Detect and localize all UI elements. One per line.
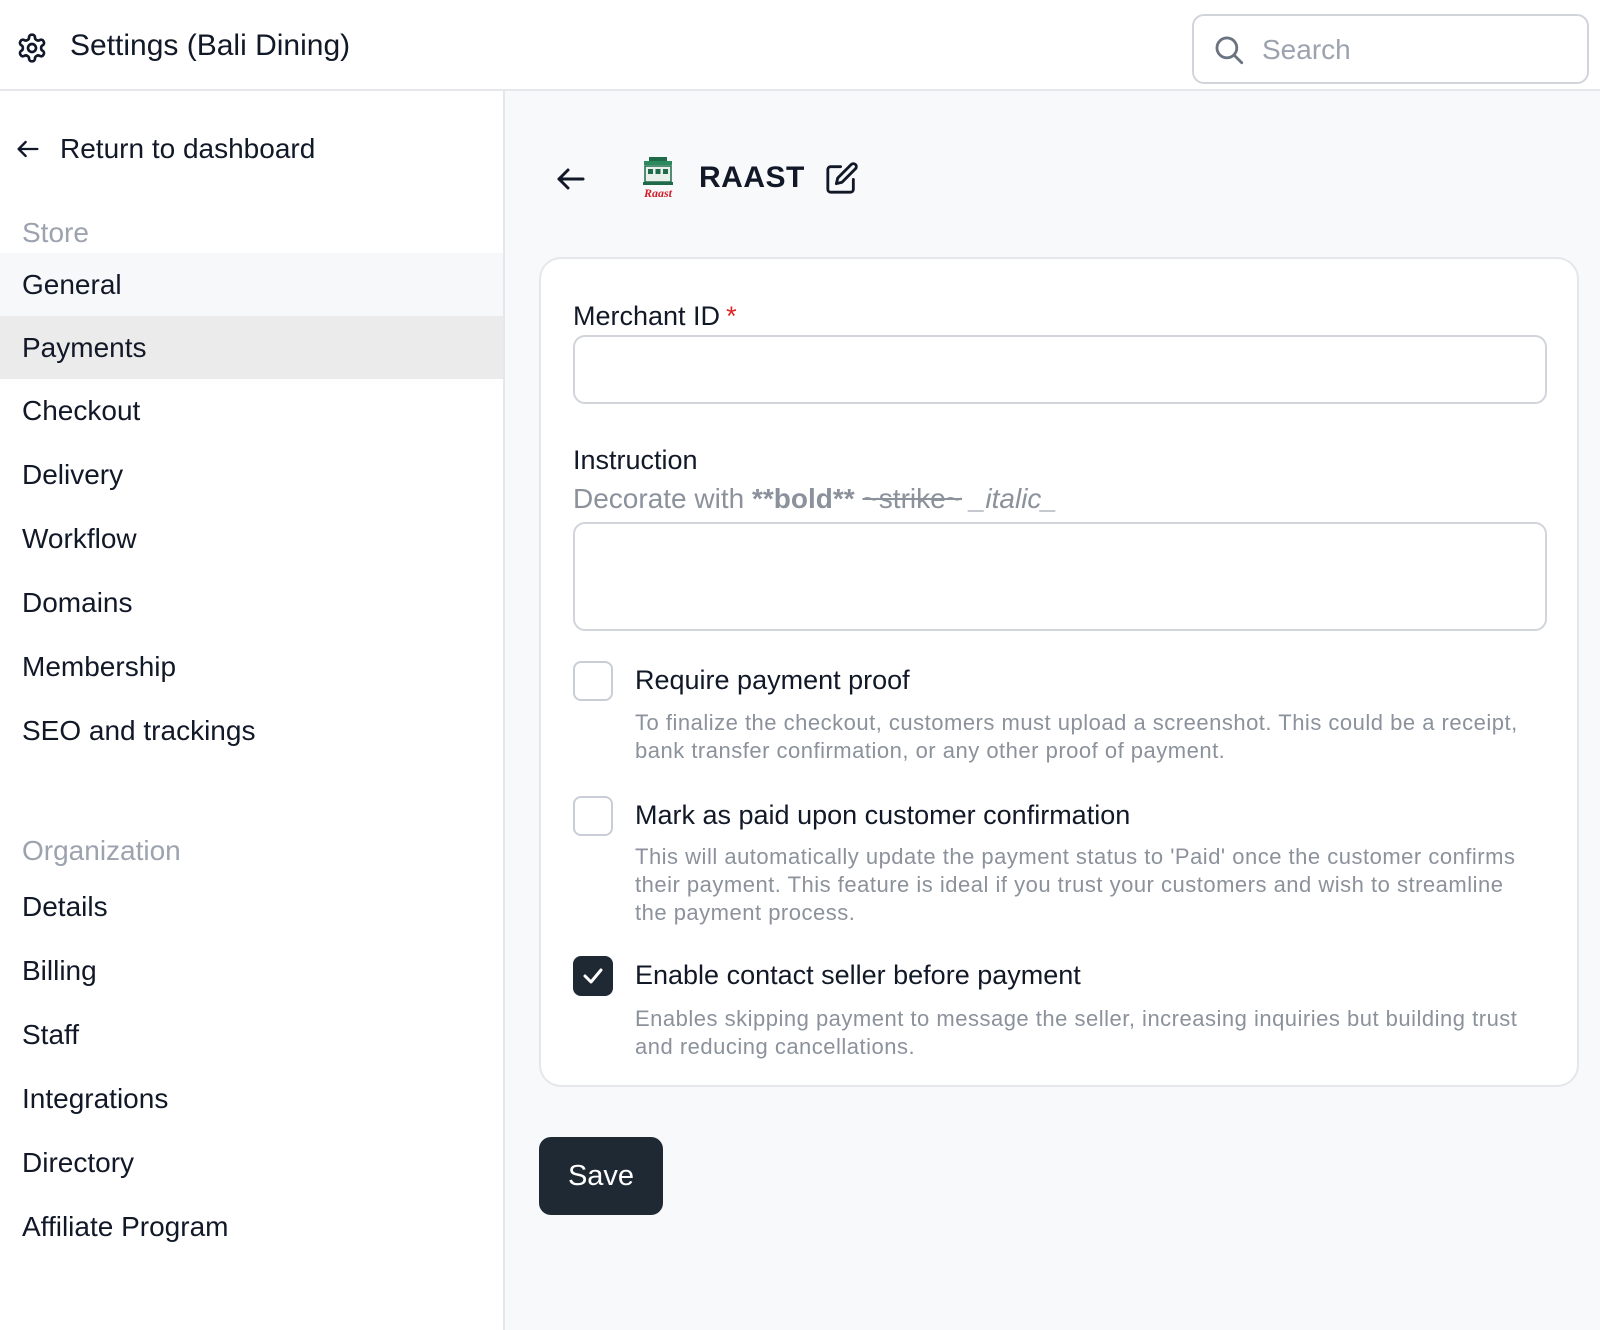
raast-logo-text: Raast [643,186,673,200]
sidebar-item-domains[interactable]: Domains [0,571,503,634]
require-payment-proof-description: To finalize the checkout, customers must… [635,710,1518,763]
sidebar-item-integrations[interactable]: Integrations [0,1067,503,1130]
raast-logo: Raast [643,157,673,200]
payment-method-title: RAAST [699,161,805,194]
sidebar-item-membership[interactable]: Membership [0,635,503,698]
gear-icon [18,33,46,63]
sidebar-item-staff[interactable]: Staff [0,1003,503,1066]
section-label-store: Store [22,217,89,248]
sidebar-item-payments[interactable]: Payments [0,316,503,379]
enable-contact-seller-label: Enable contact seller before payment [635,960,1081,990]
page-title: Settings (Bali Dining) [70,29,351,62]
merchant-id-input[interactable] [573,335,1547,404]
sidebar-item-directory[interactable]: Directory [0,1131,503,1194]
sidebar-item-general[interactable]: General [0,253,503,316]
search-input[interactable] [1262,28,1572,72]
top-bar: Settings (Bali Dining) [0,0,1600,91]
instruction-label: Instruction [573,445,698,475]
search-icon [1215,36,1244,65]
back-arrow-icon[interactable] [553,161,589,197]
sidebar-item-checkout[interactable]: Checkout [0,379,503,442]
checkmark-icon [583,968,603,984]
save-button[interactable]: Save [539,1137,663,1215]
arrow-left-icon [17,140,39,158]
mark-as-paid-label: Mark as paid upon customer confirmation [635,800,1131,830]
payment-settings-card: Merchant ID * Instruction Decorate with *… [539,257,1579,1087]
section-label-organization: Organization [22,835,181,866]
required-asterisk: * [726,301,737,331]
mark-as-paid-description: This will automatically update the payme… [635,844,1516,925]
instruction-format-hint: Decorate with **bold** ~strike~ _italic_ [573,483,1057,514]
sidebar-item-seo-and-trackings[interactable]: SEO and trackings [0,699,503,762]
require-payment-proof-label: Require payment proof [635,665,910,695]
return-to-dashboard-link[interactable]: Return to dashboard [14,129,315,169]
require-payment-proof-checkbox[interactable] [573,661,613,701]
main-content: Raast RAAST Merchant ID * Instruction Dec… [505,91,1600,1330]
mark-as-paid-checkbox[interactable] [573,796,613,836]
sidebar-item-workflow[interactable]: Workflow [0,507,503,570]
enable-contact-seller-checkbox[interactable] [573,956,613,996]
sidebar-item-affiliate-program[interactable]: Affiliate Program [0,1195,503,1258]
sidebar-item-billing[interactable]: Billing [0,939,503,1002]
sidebar-item-details[interactable]: Details [0,875,503,938]
enable-contact-seller-description: Enables skipping payment to message the … [635,1006,1518,1059]
return-label: Return to dashboard [60,133,316,164]
sidebar-item-delivery[interactable]: Delivery [0,443,503,506]
sidebar: Return to dashboard Store General Paymen… [0,91,505,1330]
search-box[interactable] [1192,14,1589,84]
edit-icon[interactable] [825,161,859,195]
merchant-id-label: Merchant ID * [573,301,737,331]
instruction-textarea[interactable] [573,522,1547,631]
